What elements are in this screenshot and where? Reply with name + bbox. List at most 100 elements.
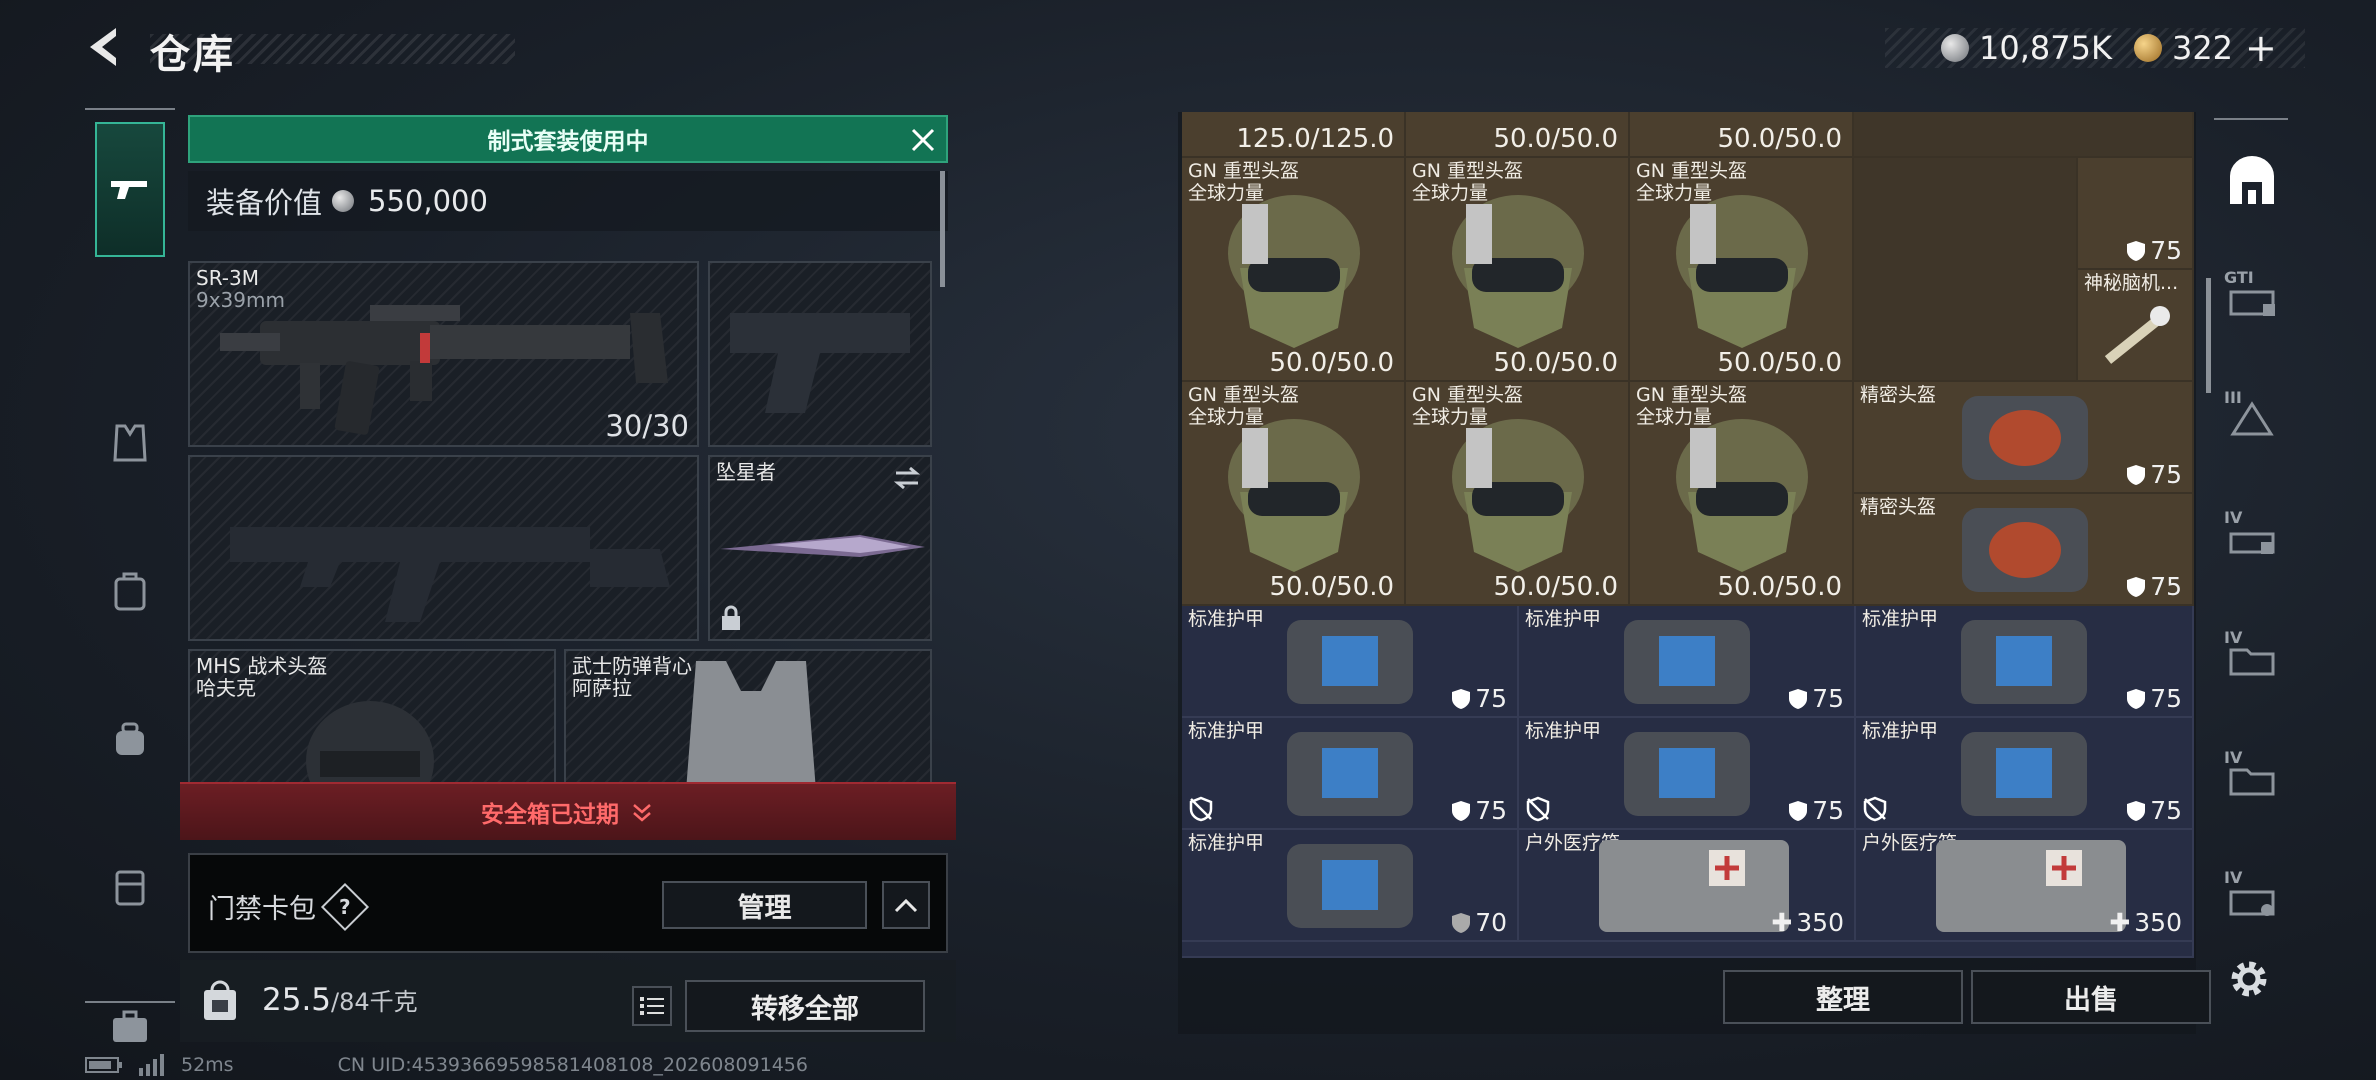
stash-item-gn-helmet[interactable]: GN 重型头盔 全球力量 50.0/50.0	[1406, 158, 1630, 382]
body-armor-icon	[686, 661, 816, 787]
melee-slot[interactable]: 坠星者	[708, 455, 932, 641]
keycard-row: 门禁卡包 ? 管理	[188, 853, 948, 953]
vest-icon	[113, 424, 147, 462]
stash-item-standard-armor[interactable]: 标准护甲 70	[1182, 830, 1519, 942]
stash-tab-1[interactable]: GTI	[2222, 268, 2282, 328]
stash-item-precision-helmet[interactable]: 精密头盔 75	[1854, 382, 2194, 494]
nav-armor[interactable]	[95, 408, 165, 478]
sell-button[interactable]: 出售	[1971, 970, 2211, 1024]
safe-box-expired-bar[interactable]: 安全箱已过期	[180, 782, 956, 840]
stash-scrollbar[interactable]	[2206, 278, 2211, 393]
manage-button[interactable]: 管理	[662, 881, 867, 929]
loadout-panel: 制式套装使用中 装备价值 550,000 SR-3M 9x39mm 30/30	[180, 115, 956, 1042]
inventory-footer: 25.5/84千克 转移全部	[180, 960, 956, 1042]
stash-tab-5[interactable]: IV	[2222, 748, 2282, 808]
heal-value: 350	[2134, 908, 2182, 937]
stash-home-tab[interactable]	[2222, 152, 2282, 212]
stash-item-gn-helmet[interactable]: GN 重型头盔 全球力量 50.0/50.0	[1182, 158, 1406, 382]
armor-level-value: 75	[1475, 684, 1507, 713]
stash-item[interactable]	[1854, 112, 2194, 158]
plus-icon: ✚	[2109, 908, 2131, 937]
sort-button[interactable]: 整理	[1723, 970, 1963, 1024]
briefcase-icon	[113, 1010, 147, 1042]
lock-icon	[722, 605, 740, 630]
item-durability: 50.0/50.0	[1717, 348, 1842, 378]
helmet-slot[interactable]: MHS 战术头盔 哈夫克	[188, 649, 556, 789]
vest-slot[interactable]: 武士防弹背心 阿萨拉	[564, 649, 932, 789]
stash-tab-6[interactable]: IV	[2222, 868, 2282, 928]
stash-row-partial	[1182, 942, 2194, 958]
tier-label: IV	[2224, 508, 2243, 527]
armor-level-value: 75	[1812, 684, 1844, 713]
status-bar: 52ms CN UID:45393669598581408108_2026080…	[85, 1052, 808, 1078]
stash-item[interactable]: 50.0/50.0	[1406, 112, 1630, 158]
stash-item-gn-helmet[interactable]: GN 重型头盔 全球力量 50.0/50.0	[1630, 158, 1854, 382]
help-icon[interactable]: ?	[320, 882, 370, 931]
stash-item-standard-armor[interactable]: 标准护甲 75	[1182, 718, 1519, 830]
armor-level-value: 75	[1812, 796, 1844, 825]
stash-item-gn-helmet[interactable]: GN 重型头盔 全球力量 50.0/50.0	[1406, 382, 1630, 606]
stash-item-precision-helmet[interactable]: 精密头盔 75	[1854, 494, 2194, 606]
stash-item[interactable]: 50.0/50.0	[1630, 112, 1854, 158]
not-insured-icon	[1526, 796, 1550, 822]
stash-item-medkit[interactable]: 户外医疗箱 ✚ 350	[1856, 830, 2194, 942]
silver-coin-icon	[1941, 34, 1969, 62]
panel-scrollbar[interactable]	[940, 171, 945, 287]
close-icon[interactable]	[908, 125, 938, 155]
heal-amount: ✚ 350	[1771, 908, 1844, 937]
stash-item-standard-armor[interactable]: 标准护甲 75	[1519, 606, 1856, 718]
stash-item-standard-armor[interactable]: 标准护甲 75	[1856, 606, 2194, 718]
armor-level: 75	[1788, 796, 1844, 825]
stash-grid: 125.0/125.0 50.0/50.0 50.0/50.0 GN 重型头盔全…	[1182, 112, 2194, 958]
silver-amount: 10,875K	[1979, 29, 2112, 67]
collapse-button[interactable]	[882, 881, 930, 929]
nav-bag[interactable]	[95, 705, 165, 775]
stash-item-mystery-chip[interactable]: 神秘脑机...	[2078, 270, 2194, 382]
stash-item-standard-armor[interactable]: 标准护甲 75	[1182, 606, 1519, 718]
stash-item-small[interactable]: 75	[2078, 158, 2194, 270]
add-currency-button[interactable]: +	[2245, 26, 2277, 70]
transfer-all-button[interactable]: 转移全部	[685, 980, 925, 1032]
shield-icon	[1452, 800, 1471, 821]
stash-item-gn-helmet[interactable]: GN 重型头盔 全球力量 50.0/50.0	[1630, 382, 1854, 606]
stash-item-gn-helmet[interactable]: GN 重型头盔 全球力量 50.0/50.0	[1182, 382, 1406, 606]
stash-tab-3[interactable]: IV	[2222, 508, 2282, 568]
primary-weapon-slot[interactable]: SR-3M 9x39mm 30/30	[188, 261, 699, 447]
armor-level-value: 75	[2150, 236, 2182, 265]
secondary-rifle-slot[interactable]	[188, 455, 699, 641]
help-glyph: ?	[339, 894, 351, 919]
plus-icon: ✚	[1771, 908, 1793, 937]
stash-tab-2[interactable]: III	[2222, 388, 2282, 448]
back-button[interactable]	[80, 22, 130, 72]
chevron-up-icon	[894, 898, 918, 913]
stash-item-standard-armor[interactable]: 标准护甲 75	[1856, 718, 2194, 830]
not-insured-icon	[1189, 796, 1213, 822]
stash-item[interactable]: 125.0/125.0	[1182, 112, 1406, 158]
back-arrow-icon	[90, 28, 116, 66]
knife-icon	[720, 535, 925, 557]
armor-level: 75	[2126, 236, 2182, 265]
stash-item-medkit[interactable]: 户外医疗箱 ✚ 350	[1519, 830, 1856, 942]
shield-icon	[2127, 576, 2146, 597]
nav-container[interactable]	[95, 852, 165, 922]
nav-backpack[interactable]	[95, 557, 165, 627]
warehouse-icon	[2230, 156, 2274, 204]
list-view-button[interactable]	[632, 986, 672, 1026]
shield-icon	[1452, 912, 1471, 933]
loadout-banner-text: 制式套装使用中	[487, 129, 649, 155]
secondary-weapon-slot[interactable]	[708, 261, 932, 447]
stash-tab-4[interactable]: IV	[2222, 628, 2282, 688]
stash-item-standard-armor[interactable]: 标准护甲 75	[1519, 718, 1856, 830]
pistol-icon	[111, 180, 147, 199]
battery-icon	[85, 1057, 122, 1073]
armor-level-value: 75	[1475, 796, 1507, 825]
empty-stash-cell[interactable]	[1854, 158, 2078, 382]
armor-level: 75	[1788, 684, 1844, 713]
armor-level-value: 75	[2150, 572, 2182, 601]
nav-weapons[interactable]	[95, 122, 165, 257]
heal-value: 350	[1796, 908, 1844, 937]
item-durability: 50.0/50.0	[1269, 348, 1394, 378]
settings-gear-icon[interactable]	[2222, 952, 2276, 1006]
tier-label: IV	[2224, 868, 2243, 887]
item-durability: 50.0/50.0	[1717, 124, 1842, 154]
